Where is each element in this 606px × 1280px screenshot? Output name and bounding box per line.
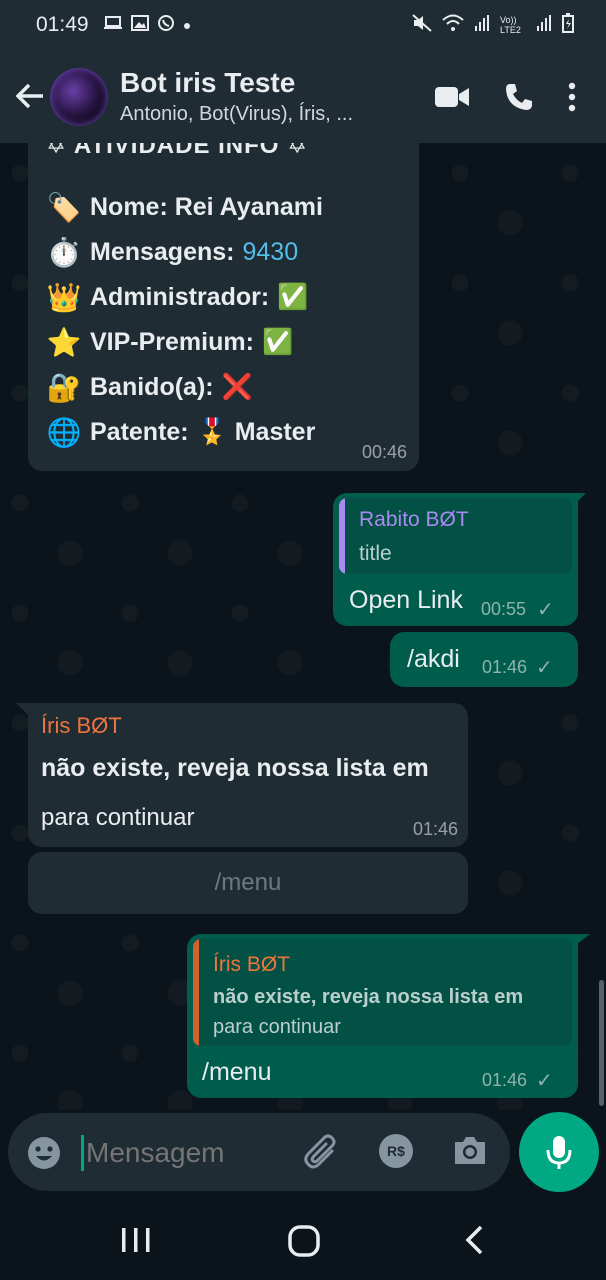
sender-name[interactable]: Íris BØT	[41, 713, 122, 739]
signal-icon	[474, 14, 490, 37]
group-avatar[interactable]	[50, 67, 108, 126]
emoji-button[interactable]	[26, 1135, 62, 1176]
message-body[interactable]: /akdi	[407, 645, 460, 674]
message-time: 01:46	[482, 1070, 528, 1090]
quote-sender: Íris BØT	[213, 953, 290, 976]
stopwatch-icon: ⏱️	[46, 237, 82, 268]
gallery-icon	[130, 14, 149, 36]
voice-record-button[interactable]	[519, 1112, 599, 1192]
dot-icon	[183, 15, 191, 35]
scrollbar-thumb[interactable]	[599, 980, 604, 1106]
message-input[interactable]	[84, 1131, 288, 1175]
payment-button[interactable]: R$	[379, 1134, 413, 1168]
chat-participants: Antonio, Bot(Virus), Íris, ...	[120, 103, 354, 125]
info-row-admin: 👑 Administrador: ✅	[46, 282, 309, 313]
chat-area[interactable]: ✡ ATIVIDADE INFO ✡ 🏷️ Nome: Rei Ayanami …	[0, 143, 606, 1110]
camera-icon	[455, 1137, 485, 1164]
outgoing-message-open-link[interactable]: Rabito BØT title Open Link 00:55 ✓	[333, 493, 578, 626]
message-time: 00:46	[361, 442, 407, 462]
bubble-tail	[572, 493, 586, 507]
chat-header: Bot iris Teste Antonio, Bot(Virus), Íris…	[0, 50, 606, 143]
camera-button[interactable]	[452, 1135, 488, 1172]
info-row-rank: 🌐 Patente: 🎖️ Master	[46, 417, 316, 448]
quote-text: title	[359, 542, 392, 565]
info-card-cut-title: ✡ ATIVIDADE INFO ✡	[46, 143, 309, 159]
message-bold-text: não existe, reveja nossa lista em	[41, 754, 429, 782]
incoming-message-iris[interactable]: Íris BØT não existe, reveja nossa lista …	[28, 703, 468, 847]
lte-label: Vo)) LTE2	[500, 15, 521, 35]
message-composer: R$	[8, 1113, 510, 1191]
sent-check-icon: ✓	[537, 599, 554, 621]
home-icon	[288, 1225, 320, 1257]
message-time: 00:55	[481, 599, 527, 619]
message-time: 01:46	[412, 819, 458, 839]
quoted-message[interactable]: Rabito BØT title	[339, 498, 572, 574]
message-count[interactable]: 9430	[242, 238, 298, 267]
lock-key-icon: 🔐	[46, 372, 82, 403]
sent-check-icon: ✓	[536, 657, 553, 679]
signal-icon-2	[536, 14, 552, 37]
info-row-messages: ⏱️ Mensagens: 9430	[46, 237, 299, 268]
home-button[interactable]	[287, 1224, 321, 1263]
system-navigation-bar	[0, 1200, 606, 1280]
chevron-left-icon	[465, 1225, 483, 1255]
outgoing-message-akdi[interactable]: /akdi 01:46 ✓	[390, 632, 578, 687]
recents-button[interactable]	[120, 1226, 152, 1259]
nav-back-button[interactable]	[463, 1224, 485, 1261]
cross-mark-icon: ❌	[221, 373, 253, 401]
smiley-icon	[28, 1137, 60, 1169]
menu-button[interactable]: /menu	[28, 852, 468, 914]
laptop-icon	[103, 15, 123, 36]
status-bar: 01:49 Vo)) LTE2	[0, 0, 606, 50]
message-body[interactable]: Open Link	[349, 586, 463, 615]
video-camera-icon	[435, 86, 469, 107]
arrow-left-icon	[15, 83, 43, 108]
rank-value: 🎖️ Master	[196, 418, 316, 446]
message-body[interactable]: /menu	[202, 1058, 271, 1087]
star-icon: ⭐	[46, 327, 82, 358]
quote-sender: Rabito BØT	[359, 508, 469, 531]
back-button[interactable]	[10, 76, 50, 118]
voice-call-button[interactable]	[504, 82, 534, 112]
more-options-button[interactable]	[568, 82, 576, 112]
quote-bold-text: não existe, reveja nossa lista em	[213, 986, 524, 1008]
wifi-icon	[442, 14, 464, 37]
chat-title: Bot iris Teste	[120, 67, 296, 98]
paperclip-icon	[304, 1134, 336, 1169]
message-time: 01:46	[482, 657, 528, 677]
info-row-name: 🏷️ Nome: Rei Ayanami	[46, 192, 323, 223]
attach-button[interactable]	[304, 1133, 340, 1176]
info-row-vip: ⭐ VIP-Premium: ✅	[46, 327, 294, 358]
whatsapp-icon	[157, 14, 175, 37]
video-call-button[interactable]	[434, 85, 470, 109]
microphone-icon	[546, 1136, 572, 1169]
status-time: 01:49	[36, 13, 89, 36]
label-tag-icon: 🏷️	[46, 192, 82, 223]
menu-button-label: /menu	[214, 869, 282, 896]
globe-icon: 🌐	[46, 417, 82, 448]
mute-icon	[412, 13, 432, 37]
crown-icon: 👑	[46, 282, 82, 313]
info-card-message[interactable]: ✡ ATIVIDADE INFO ✡ 🏷️ Nome: Rei Ayanami …	[28, 143, 419, 471]
sent-check-icon: ✓	[536, 1070, 553, 1092]
check-mark-icon: ✅	[277, 283, 309, 311]
info-row-banned: 🔐 Banido(a): ❌	[46, 372, 253, 403]
outgoing-reply-menu[interactable]: Íris BØT não existe, reveja nossa lista …	[187, 934, 578, 1098]
battery-icon	[562, 12, 574, 38]
chat-title-block[interactable]: Bot iris Teste Antonio, Bot(Virus), Íris…	[120, 67, 434, 126]
bubble-tail	[16, 703, 30, 717]
bubble-tail	[572, 934, 590, 948]
quote-text: para continuar	[213, 1016, 341, 1038]
quoted-message[interactable]: Íris BØT não existe, reveja nossa lista …	[193, 939, 572, 1046]
check-mark-icon: ✅	[261, 328, 294, 356]
recents-icon	[122, 1228, 150, 1252]
kebab-menu-icon	[568, 82, 576, 111]
phone-icon	[506, 83, 532, 110]
currency-icon: R$	[387, 1143, 405, 1159]
message-text: para continuar	[41, 804, 195, 831]
